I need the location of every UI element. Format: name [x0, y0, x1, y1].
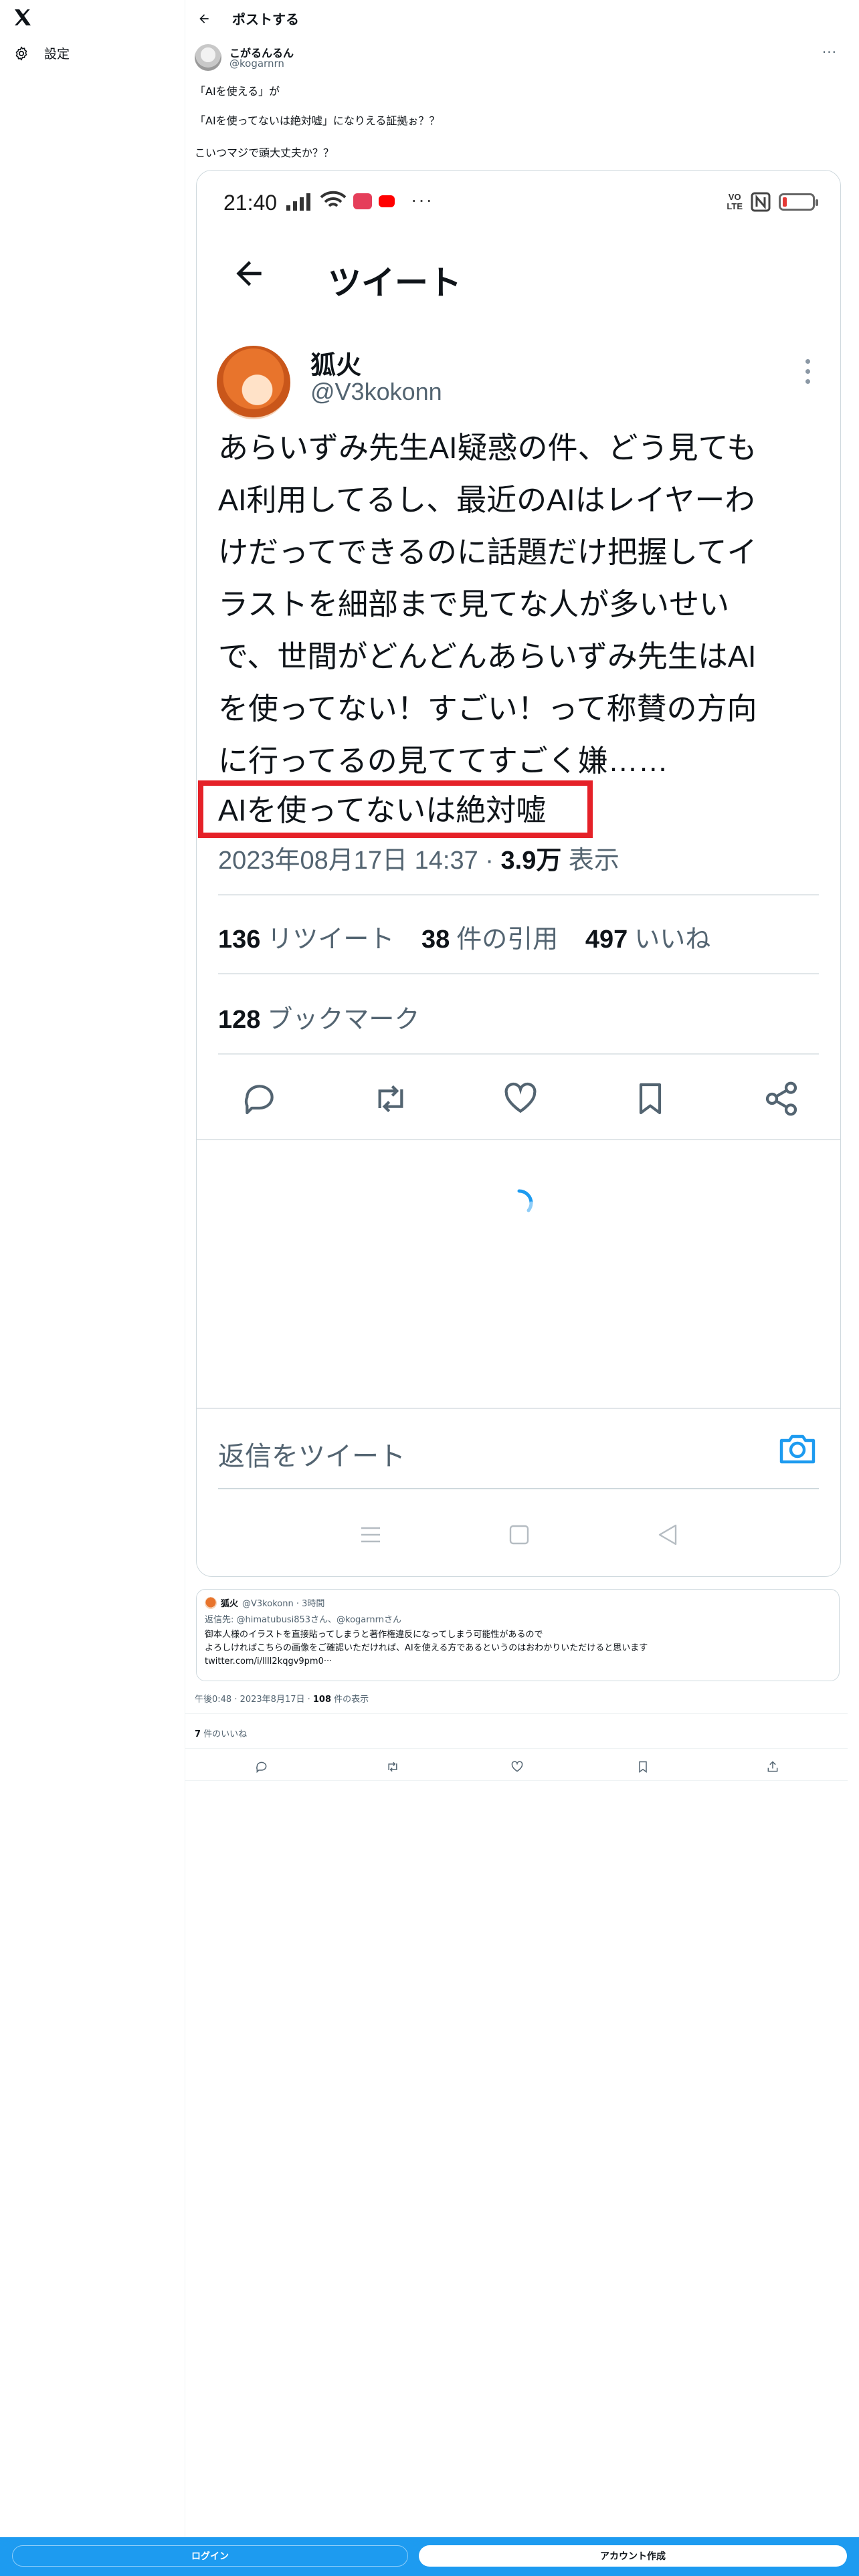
youtube-icon: [379, 195, 395, 207]
tweet-author-name: 狐火: [310, 352, 362, 380]
tweet-body-line: ラストを細部まで見てな人が多いせい: [218, 587, 730, 621]
heart-icon[interactable]: [510, 1760, 524, 1774]
tweet-body: あらいずみ先生AI疑惑の件、どう見ても AI利用してるし、最近のAIはレイヤーわ…: [218, 422, 814, 787]
top-bar: ポストする: [185, 0, 848, 37]
avatar: [217, 346, 290, 419]
post-action-bar: [185, 1755, 848, 1779]
volte-icon: VO LTE: [727, 192, 743, 211]
camera-icon: [779, 1434, 816, 1464]
post-timestamp: 午後0:48 · 2023年8月17日 · 108 件の表示: [195, 1695, 369, 1705]
quoted-author-handle: @V3kokonn · 3時間: [242, 1599, 325, 1609]
loading-spinner-icon: [517, 1189, 533, 1212]
arrow-left-icon[interactable]: [230, 255, 268, 292]
reply-placeholder: 返信をツイート: [218, 1442, 405, 1471]
quoted-text-line: よろしければこちらの画像をご確認いただければ、AIを使える方であるというのはおわ…: [205, 1643, 648, 1653]
bookmark-icon: [639, 1083, 662, 1115]
author-handle[interactable]: @kogarnrn: [229, 58, 284, 70]
tweet-body-line: あらいずみ先生AI疑惑の件、どう見ても: [218, 431, 757, 465]
avatar[interactable]: [195, 44, 221, 71]
left-sidebar: 設定: [0, 0, 185, 2576]
more-options-button[interactable]: ···: [822, 44, 837, 60]
login-bar: ログイン アカウント作成: [0, 2537, 859, 2576]
tweet-timestamp: 2023年08月17日 14:37 · 3.9万 表示: [218, 847, 619, 875]
divider: [185, 1780, 848, 1781]
kebab-menu-icon: [805, 359, 812, 389]
divider: [185, 1713, 848, 1714]
home-square-icon: [509, 1525, 529, 1545]
status-more-icon: ···: [411, 189, 434, 210]
tweet-author-handle: @V3kokonn: [310, 378, 442, 405]
attached-screenshot[interactable]: 21:40 ··· VO LTE ツイート 狐火 @V3kokonn あらいずみ…: [196, 170, 841, 1577]
login-button[interactable]: ログイン: [12, 2545, 408, 2567]
red-highlight-box: [198, 780, 593, 838]
heart-icon: [504, 1082, 537, 1113]
quoted-reply-to: 返信先: @himatubusi853さん、@kogarnrnさん: [205, 1615, 401, 1625]
back-triangle-icon: [658, 1524, 677, 1545]
arrow-left-icon: [199, 14, 209, 23]
menu-icon: [361, 1527, 380, 1543]
page-title: ポストする: [232, 11, 299, 27]
tweet-action-bar: [197, 1067, 840, 1134]
avatar: [205, 1596, 217, 1609]
battery-icon: [779, 193, 818, 211]
status-right: VO LTE: [727, 192, 818, 212]
sidebar-item-settings[interactable]: 設定: [13, 44, 70, 62]
quoted-link[interactable]: twitter.com/i/llll2kqgv9pm0···: [205, 1656, 332, 1667]
post-text-line: 「AIを使ってないは絶対嘘」になりえる証拠ぉ？？: [195, 114, 440, 127]
divider: [218, 894, 819, 895]
divider: [197, 1139, 840, 1140]
reply-icon[interactable]: [255, 1760, 268, 1774]
tweet-body-line: AI利用してるし、最近のAIはレイヤーわ: [218, 483, 755, 517]
tweet-body-line: を使ってない！すごい！って称賛の方向: [218, 691, 757, 726]
tweet-bookmark-stats: 128 ブックマーク: [218, 1006, 420, 1034]
tweet-header: ツイート: [197, 231, 840, 318]
x-logo-icon[interactable]: [12, 7, 33, 28]
tweet-header-title: ツイート: [328, 264, 462, 302]
divider: [218, 973, 819, 974]
post-text-line: 「AIを使える」が: [195, 85, 280, 98]
back-button[interactable]: [193, 8, 215, 29]
gear-icon: [15, 46, 27, 60]
tweet-body-line: で、世間がどんどんあらいずみ先生はAI: [218, 639, 757, 673]
quoted-text-line: 御本人様のイラストを直接貼ってしまうと著作権違反になってしまう可能性があるので: [205, 1630, 543, 1640]
divider: [218, 1053, 819, 1055]
signup-button[interactable]: アカウント作成: [419, 2545, 847, 2567]
retweet-icon: [378, 1085, 403, 1113]
post-text-line: こいつマジで頭大丈夫か？？: [195, 146, 335, 159]
divider: [185, 1748, 848, 1749]
quoted-author-name: 狐火: [221, 1599, 239, 1609]
divider: [197, 1408, 840, 1409]
wifi-icon: [320, 191, 347, 207]
main-column: ポストする こがるんるん @kogarnrn ··· 「AIを使える」が 「AI…: [185, 0, 848, 2576]
reply-icon: [244, 1085, 274, 1115]
bookmark-icon[interactable]: [636, 1760, 650, 1774]
quoted-tweet[interactable]: 狐火 @V3kokonn · 3時間 返信先: @himatubusi853さん…: [196, 1589, 840, 1681]
post-likes[interactable]: 7 件のいいね: [195, 1727, 247, 1739]
share-icon[interactable]: [766, 1760, 779, 1774]
tweet-body-line: に行ってるの見ててすごく嫌……: [218, 744, 668, 778]
share-icon: [765, 1081, 797, 1116]
sidebar-item-label: 設定: [44, 47, 70, 62]
status-clock: 21:40: [223, 191, 278, 215]
phone-status-bar: 21:40 ··· VO LTE: [197, 171, 840, 217]
post-author: こがるんるん @kogarnrn ···: [195, 43, 837, 74]
retweet-icon[interactable]: [386, 1760, 399, 1774]
camera-app-icon: [353, 193, 372, 209]
nfc-icon: [751, 192, 771, 212]
android-nav-bar: [197, 1509, 840, 1563]
quoted-tweet-header: 狐火 @V3kokonn · 3時間: [205, 1596, 324, 1609]
tweet-engagement-stats: 136 リツイート 38 件の引用 497 いいね: [218, 926, 711, 954]
reply-underline: [218, 1488, 819, 1489]
signal-icon: [286, 193, 310, 211]
tweet-body-line: けだってできるのに話題だけ把握してイ: [218, 535, 757, 569]
